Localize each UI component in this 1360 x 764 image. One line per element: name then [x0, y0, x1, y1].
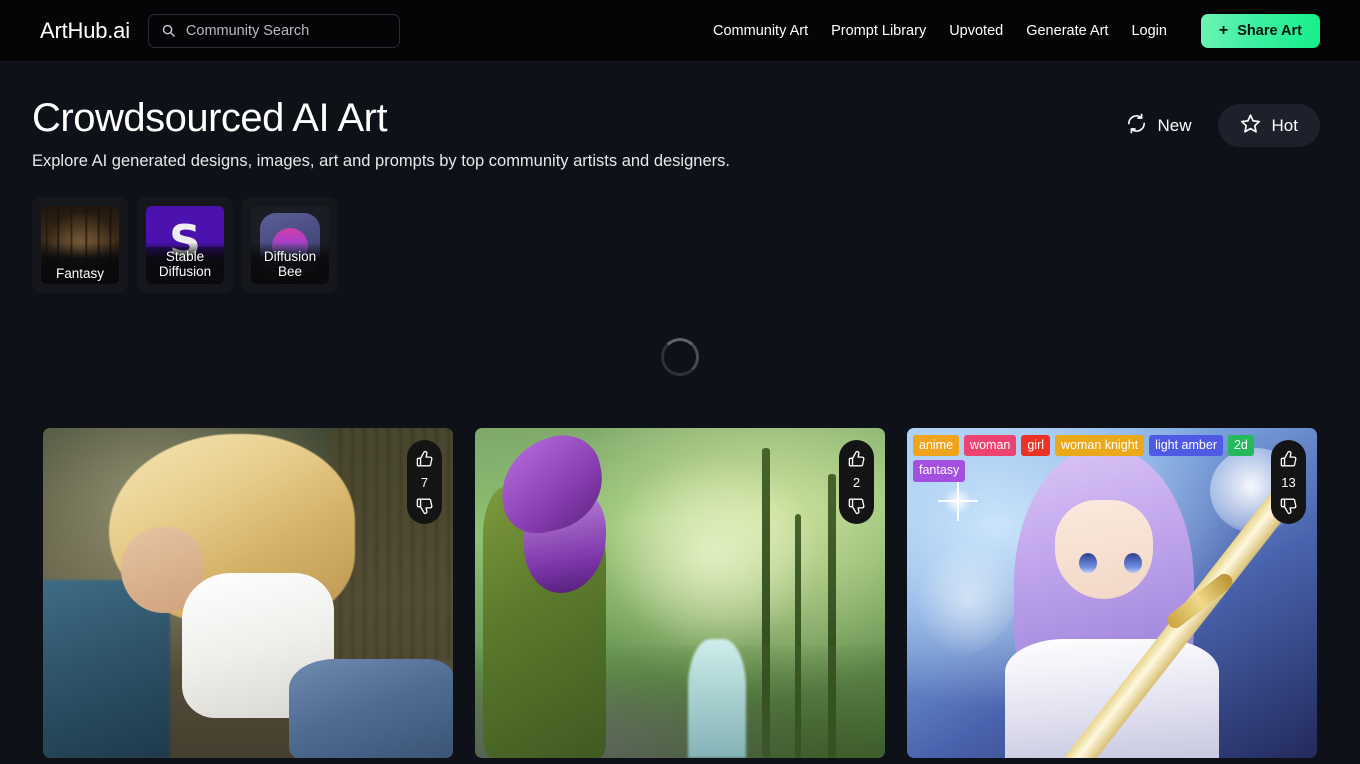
top-navigation-bar: ArtHub.ai Community Art Prompt Library U…	[0, 0, 1360, 62]
tag-light-amber[interactable]: light amber	[1149, 434, 1223, 457]
share-art-label: Share Art	[1237, 22, 1302, 39]
tag-woman-knight[interactable]: woman knight	[1055, 434, 1145, 457]
filter-label-diffusion-bee: Diffusion Bee	[263, 248, 317, 279]
tag-girl[interactable]: girl	[1021, 434, 1051, 457]
vote-count: 2	[852, 474, 861, 490]
filter-label-stable-diffusion: Stable Diffusion	[158, 248, 212, 279]
brand-logo[interactable]: ArtHub.ai	[40, 18, 130, 44]
page-titles: Crowdsourced AI Art Explore AI generated…	[32, 96, 1104, 171]
filter-card-diffusion-bee[interactable]: Diffusion Bee	[242, 196, 338, 293]
sort-label-hot: Hot	[1271, 115, 1298, 135]
diffusion-bee-thumbnail: Diffusion Bee	[251, 205, 329, 284]
loading-spinner	[661, 337, 699, 376]
tag-woman[interactable]: woman	[964, 434, 1017, 457]
nav-link-login[interactable]: Login	[1131, 23, 1166, 39]
art-card[interactable]: 2	[475, 427, 885, 758]
art-gallery-grid: 7 2 anime woman girl woman knight light …	[0, 427, 1360, 758]
nav-link-community-art[interactable]: Community Art	[713, 23, 808, 39]
tag-list: anime woman girl woman knight light ambe…	[913, 434, 1265, 482]
search-input[interactable]	[185, 22, 387, 39]
vote-control: 13	[1271, 439, 1306, 524]
filter-card-stable-diffusion[interactable]: S Stable Diffusion	[137, 196, 233, 293]
sort-label-new: New	[1157, 115, 1192, 135]
photo-jeans	[289, 658, 453, 758]
fantasy-thumbnail: Fantasy	[41, 205, 119, 284]
art-card[interactable]: 7	[43, 427, 453, 758]
art-card[interactable]: anime woman girl woman knight light ambe…	[907, 427, 1317, 758]
artwork-image-blonde-woman	[43, 427, 453, 758]
nav-link-upvoted[interactable]: Upvoted	[949, 23, 1003, 39]
vote-control: 2	[839, 439, 874, 524]
anime-face	[1054, 500, 1153, 600]
refresh-icon	[1126, 113, 1147, 139]
forest-mist	[606, 454, 820, 653]
vote-count: 13	[1281, 474, 1296, 490]
nav-link-generate-art[interactable]: Generate Art	[1026, 23, 1108, 39]
thumbs-up-icon[interactable]	[847, 450, 866, 469]
sort-button-new[interactable]: New	[1104, 104, 1214, 147]
sort-button-hot[interactable]: Hot	[1217, 104, 1320, 147]
anime-light-ribbon	[915, 539, 1022, 659]
page-subtitle: Explore AI generated designs, images, ar…	[32, 151, 730, 170]
vote-control: 7	[407, 439, 442, 524]
tag-anime[interactable]: anime	[913, 434, 960, 457]
search-box[interactable]	[147, 13, 400, 48]
tag-2d[interactable]: 2d	[1227, 434, 1254, 457]
thumbs-up-icon[interactable]	[1279, 450, 1298, 469]
plus-icon: +	[1218, 21, 1229, 39]
page-header-section: Crowdsourced AI Art Explore AI generated…	[0, 62, 1360, 171]
forest-stream	[688, 639, 746, 758]
filter-label-fantasy: Fantasy	[55, 265, 105, 281]
thumbs-down-icon[interactable]	[415, 496, 434, 515]
filter-card-fantasy[interactable]: Fantasy	[32, 196, 128, 293]
thumbs-up-icon[interactable]	[415, 450, 434, 469]
thumbs-down-icon[interactable]	[1279, 496, 1298, 515]
loading-row	[0, 299, 1360, 415]
nav-link-prompt-library[interactable]: Prompt Library	[831, 23, 926, 39]
page-title: Crowdsourced AI Art	[32, 96, 388, 140]
thumbs-down-icon[interactable]	[847, 496, 866, 515]
main-nav: Community Art Prompt Library Upvoted Gen…	[713, 13, 1320, 48]
search-icon	[161, 23, 176, 38]
star-icon	[1240, 113, 1261, 139]
anime-sparkle	[937, 481, 978, 522]
sort-toggle-group: New Hot	[1104, 104, 1320, 147]
stable-diffusion-thumbnail: S Stable Diffusion	[146, 205, 224, 284]
vote-count: 7	[420, 474, 429, 490]
artwork-image-enchanted-forest	[475, 427, 885, 758]
tag-fantasy[interactable]: fantasy	[913, 460, 966, 482]
filter-card-row: Fantasy S Stable Diffusion Diffusion Bee	[0, 171, 1360, 293]
share-art-button[interactable]: + Share Art	[1200, 13, 1320, 48]
